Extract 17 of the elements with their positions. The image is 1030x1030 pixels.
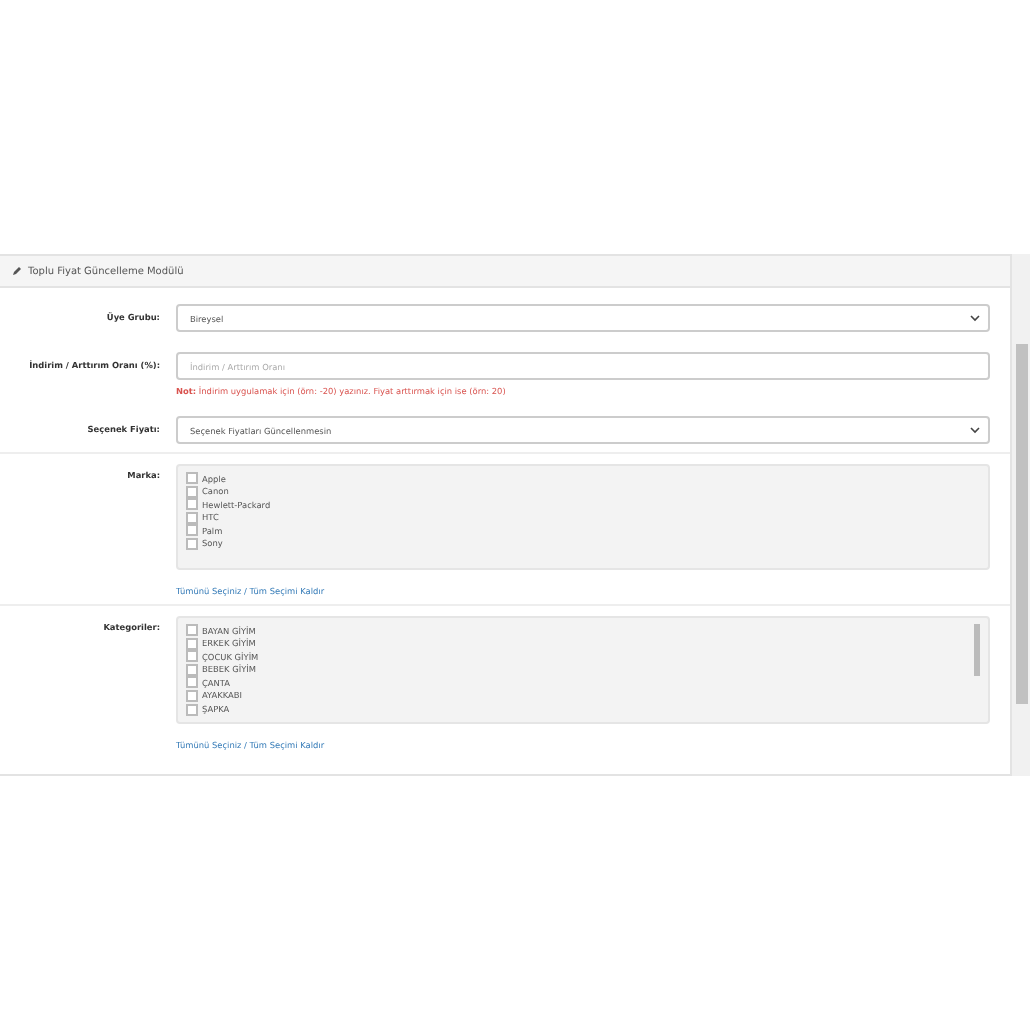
checkbox[interactable]	[186, 472, 198, 484]
checkbox[interactable]	[186, 624, 198, 636]
pencil-icon	[12, 266, 22, 276]
checkbox[interactable]	[186, 498, 198, 511]
checkbox[interactable]	[186, 537, 198, 550]
checkbox[interactable]	[186, 637, 198, 650]
chevron-icon	[970, 426, 980, 434]
checkbox[interactable]	[186, 650, 198, 663]
checkbox[interactable]	[186, 663, 198, 676]
checkbox[interactable]	[186, 511, 198, 524]
checkbox[interactable]	[186, 524, 198, 537]
checkbox[interactable]	[186, 689, 198, 702]
checkbox[interactable]	[186, 485, 198, 498]
chevron-icon	[970, 314, 980, 322]
checkbox[interactable]	[186, 676, 198, 689]
page-scrollbar[interactable]	[1012, 254, 1030, 776]
checkbox[interactable]	[186, 703, 198, 716]
